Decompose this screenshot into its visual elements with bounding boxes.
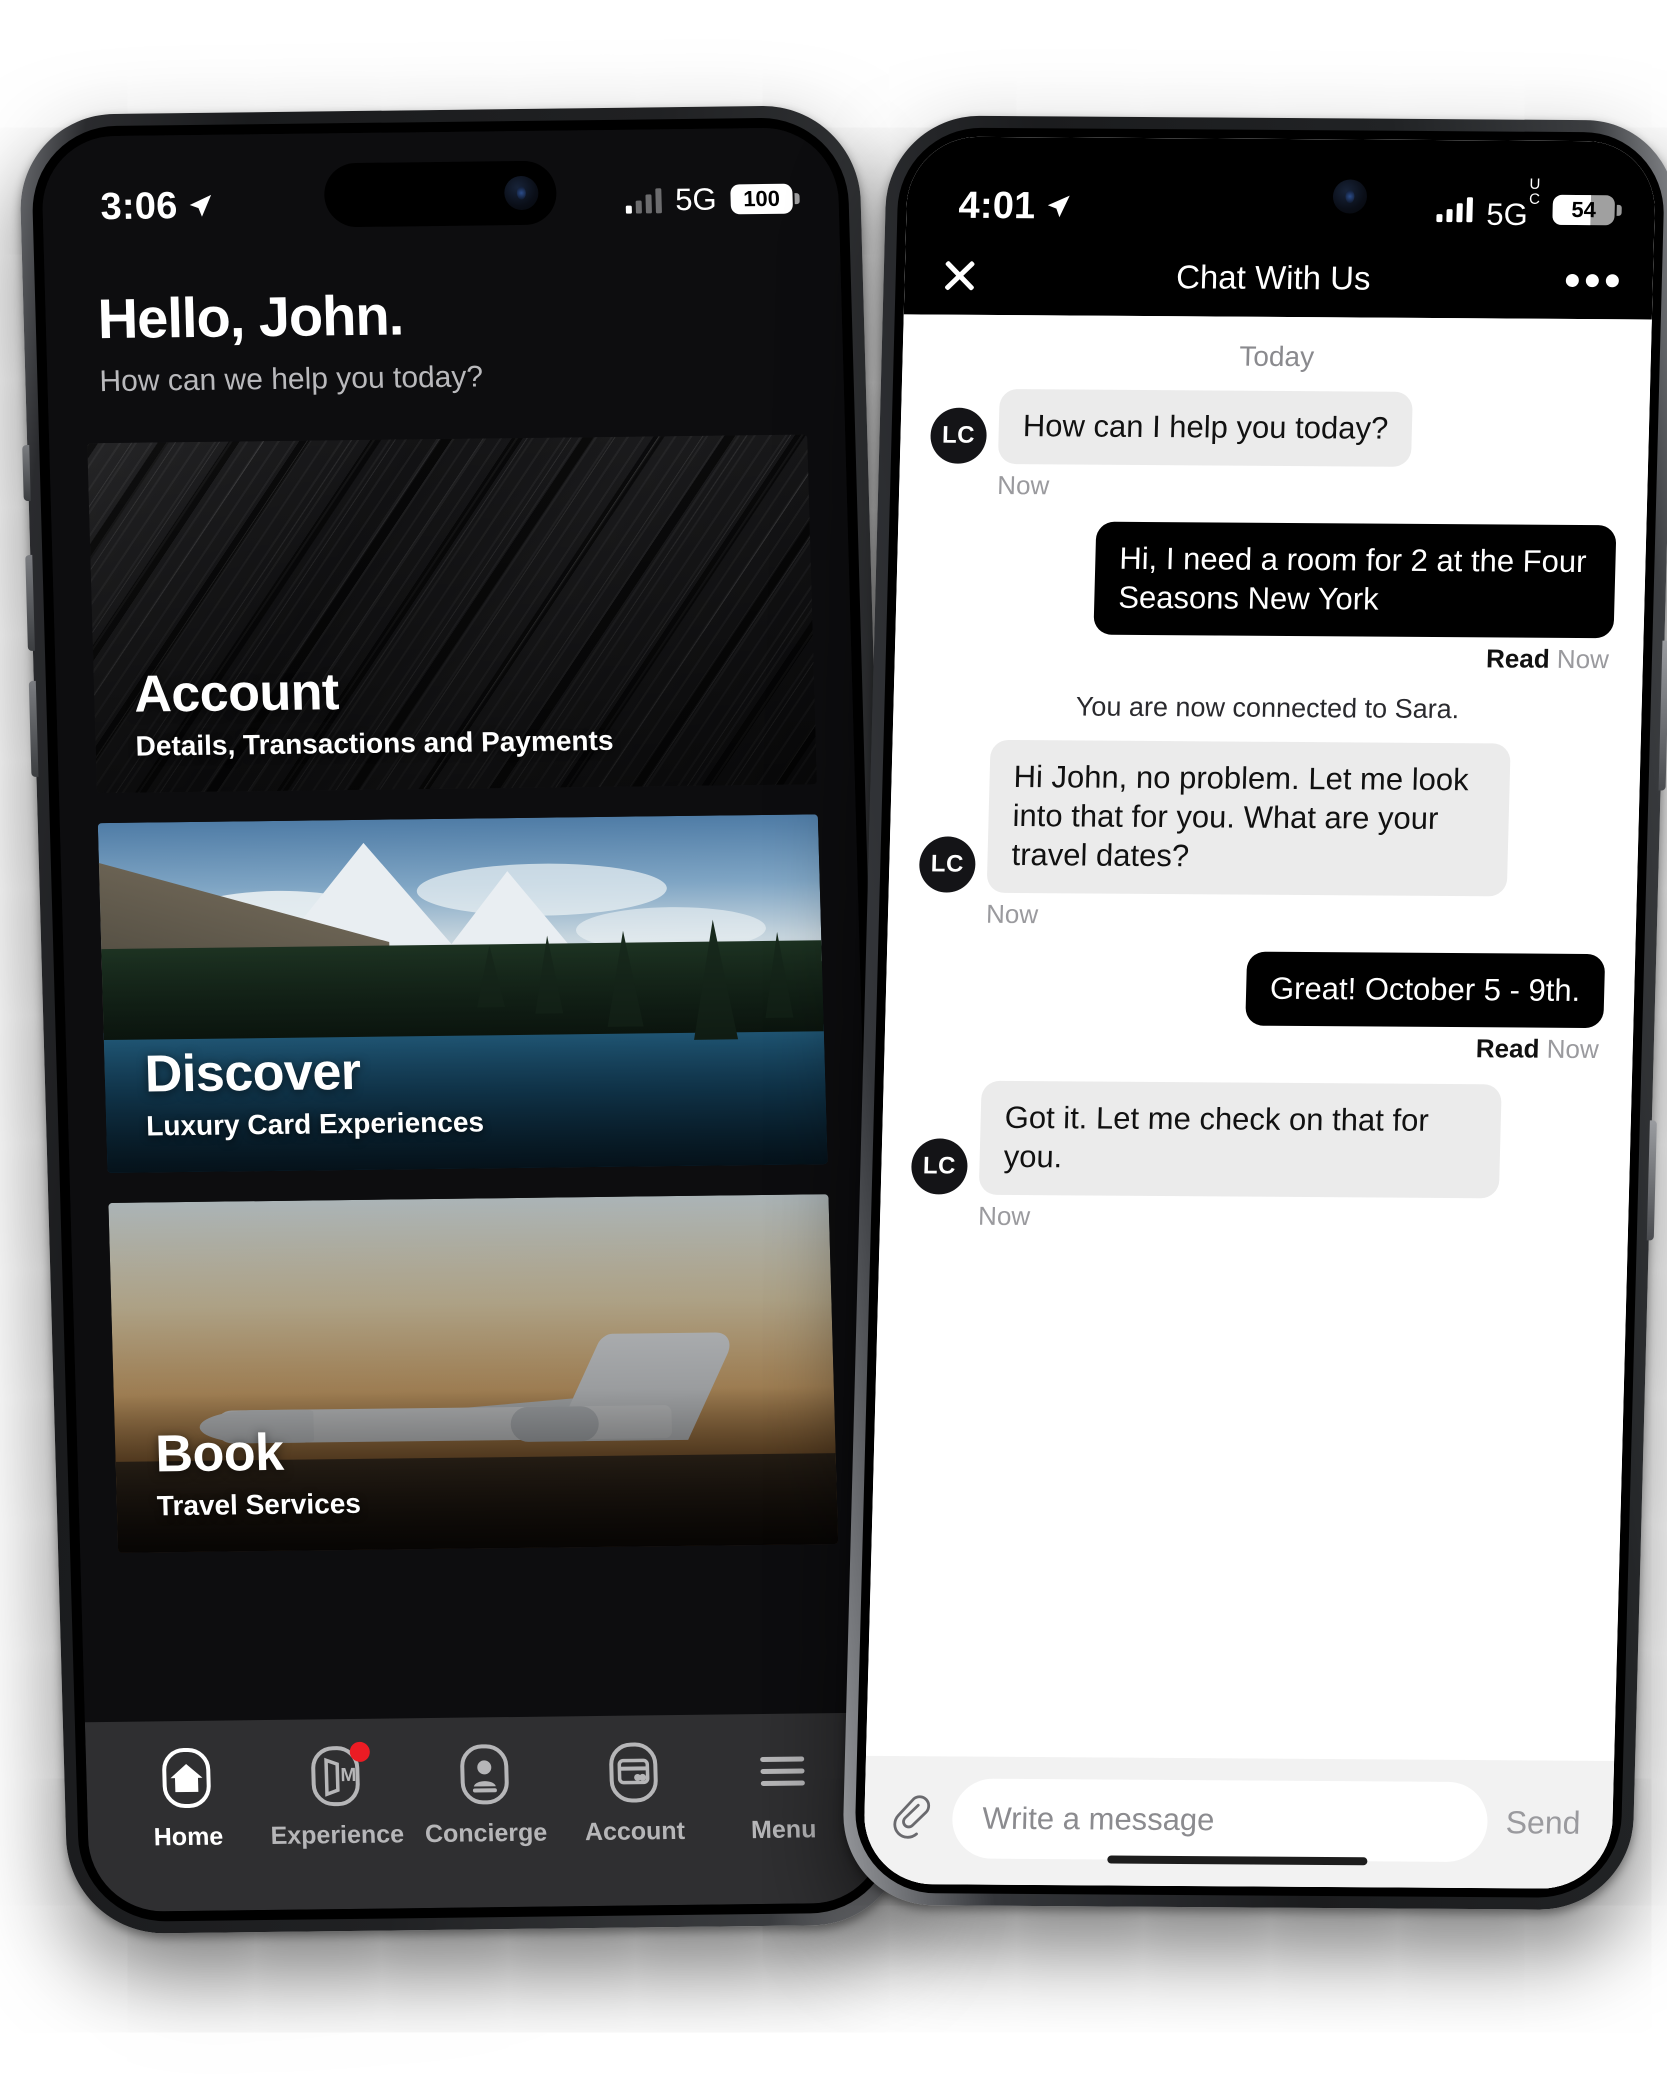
- tab-label: Account: [584, 1816, 686, 1847]
- tab-label: Menu: [750, 1815, 817, 1845]
- home-icon: [155, 1747, 219, 1810]
- page-title: Hello, John.: [96, 283, 404, 351]
- status-right-group: 5G U C 54: [1436, 176, 1622, 234]
- status-time: 3:06: [99, 184, 179, 228]
- network-text: 5G: [1485, 196, 1529, 232]
- card-subtitle: Travel Services: [156, 1487, 362, 1522]
- battery-cap: [794, 193, 800, 205]
- card-account[interactable]: Account Details, Transactions and Paymen…: [87, 434, 817, 794]
- message-time: Now: [1556, 644, 1610, 675]
- system-note: You are now connected to Sara.: [1075, 691, 1460, 725]
- hamburger-icon: [750, 1739, 814, 1802]
- card-discover-label: Discover Luxury Card Experiences: [144, 1043, 485, 1143]
- bottom-tab-bar: Home M Experience Concierge Account Menu: [84, 1712, 887, 1913]
- battery-percent: 54: [1571, 196, 1597, 223]
- concierge-icon: [453, 1743, 517, 1806]
- notification-badge: [349, 1741, 371, 1762]
- message-row: Great! October 5 - 9th.: [915, 949, 1606, 1029]
- message-meta: Now: [977, 1200, 1031, 1231]
- card-book-label: Book Travel Services: [154, 1424, 362, 1522]
- status-time: 4:01: [958, 184, 1037, 227]
- dynamic-island: [1176, 166, 1386, 226]
- status-left-group: 4:01: [958, 184, 1072, 228]
- message-bubble: Hi John, no problem. Let me look into th…: [986, 740, 1511, 896]
- card-title: Book: [154, 1424, 285, 1484]
- card-title: Discover: [144, 1043, 362, 1104]
- card-list: Account Details, Transactions and Paymen…: [49, 434, 876, 1553]
- tab-experience[interactable]: M Experience: [262, 1741, 411, 1851]
- status-right-group: 5G 100: [625, 181, 800, 219]
- network-label: 5G U C: [1485, 176, 1541, 233]
- network-suffix: UC: [1528, 175, 1541, 208]
- message-meta: Now: [996, 469, 1050, 501]
- day-separator: Today: [1238, 340, 1315, 373]
- read-receipt: Read: [1475, 1033, 1540, 1064]
- battery-indicator: 54: [1552, 194, 1622, 226]
- message-input[interactable]: [951, 1778, 1489, 1863]
- tab-label: Experience: [270, 1820, 405, 1850]
- tab-menu[interactable]: Menu: [708, 1739, 857, 1846]
- battery-cap: [1616, 204, 1622, 216]
- card-icon: [601, 1741, 665, 1804]
- tab-concierge[interactable]: Concierge: [411, 1742, 560, 1849]
- message-row: LC How can I help you today?: [929, 388, 1620, 469]
- dynamic-island: [323, 160, 558, 228]
- network-suffix-top: U: [1529, 175, 1541, 193]
- message-meta: Read Now: [914, 1030, 1599, 1066]
- message-meta: Now: [985, 898, 1039, 929]
- message-row: Hi, I need a room for 2 at the Four Seas…: [925, 520, 1617, 639]
- card-subtitle: Details, Transactions and Payments: [135, 724, 614, 762]
- battery-percent: 100: [742, 185, 781, 212]
- read-receipt: Read: [1485, 643, 1551, 675]
- paperclip-icon[interactable]: [890, 1793, 935, 1843]
- close-icon[interactable]: [938, 255, 981, 297]
- chat-screen: 4:01 5G U C 54 Chat With Us Today LC How…: [862, 136, 1657, 1890]
- message-bubble: Got it. Let me check on that for you.: [978, 1080, 1502, 1199]
- phone-left-screen: 3:06 5G 100 Hello, John. How can we help…: [40, 127, 887, 1913]
- message-meta: Read Now: [924, 640, 1610, 676]
- svg-text:M: M: [340, 1765, 356, 1786]
- message-time: Now: [1546, 1033, 1600, 1065]
- card-subtitle: Luxury Card Experiences: [145, 1106, 485, 1142]
- battery-indicator: 100: [730, 183, 800, 215]
- message-row: LC Hi John, no problem. Let me look into…: [918, 740, 1611, 897]
- message-bubble: Hi, I need a room for 2 at the Four Seas…: [1093, 521, 1617, 639]
- message-bubble: Great! October 5 - 9th.: [1245, 951, 1606, 1029]
- cellular-signal-icon: [1436, 196, 1473, 223]
- home-screen: 3:06 5G 100 Hello, John. How can we help…: [40, 127, 887, 1913]
- more-options-icon[interactable]: [1565, 273, 1620, 287]
- phone-right-screen: 4:01 5G U C 54 Chat With Us Today LC How…: [862, 136, 1657, 1890]
- chat-title: Chat With Us: [1175, 258, 1372, 297]
- avatar: LC: [910, 1137, 969, 1195]
- tab-label: Concierge: [424, 1818, 548, 1849]
- message-composer: Send: [862, 1755, 1615, 1890]
- location-arrow-icon: [1047, 195, 1070, 218]
- network-label: 5G: [674, 181, 718, 218]
- card-book[interactable]: Book Travel Services: [108, 1194, 839, 1553]
- page-subtitle: How can we help you today?: [98, 360, 484, 399]
- tab-label: Home: [153, 1822, 224, 1852]
- front-camera-icon: [1332, 179, 1368, 214]
- send-button[interactable]: Send: [1505, 1804, 1587, 1842]
- cellular-signal-icon: [625, 187, 662, 214]
- message-list[interactable]: Today LC How can I help you today? Now H…: [865, 314, 1652, 1762]
- status-left-group: 3:06: [100, 184, 214, 228]
- experience-icon: M: [304, 1741, 371, 1808]
- front-camera-icon: [503, 175, 539, 211]
- card-discover[interactable]: Discover Luxury Card Experiences: [97, 814, 828, 1173]
- network-suffix-bottom: C: [1528, 190, 1541, 208]
- screenshot-stage: 3:06 5G 100 Hello, John. How can we help…: [0, 0, 1667, 2084]
- avatar: LC: [918, 835, 977, 893]
- message-row: LC Got it. Let me check on that for you.: [910, 1080, 1602, 1199]
- card-account-label: Account Details, Transactions and Paymen…: [133, 662, 613, 762]
- card-title: Account: [133, 663, 340, 725]
- phone-right-device: 4:01 5G U C 54 Chat With Us Today LC How…: [841, 115, 1667, 1911]
- tab-home[interactable]: Home: [113, 1746, 262, 1853]
- phone-left-device: 3:06 5G 100 Hello, John. How can we help…: [17, 104, 909, 1935]
- message-bubble: How can I help you today?: [997, 388, 1414, 467]
- location-arrow-icon: [189, 194, 211, 217]
- tab-account[interactable]: Account: [559, 1741, 708, 1848]
- avatar: LC: [929, 407, 988, 464]
